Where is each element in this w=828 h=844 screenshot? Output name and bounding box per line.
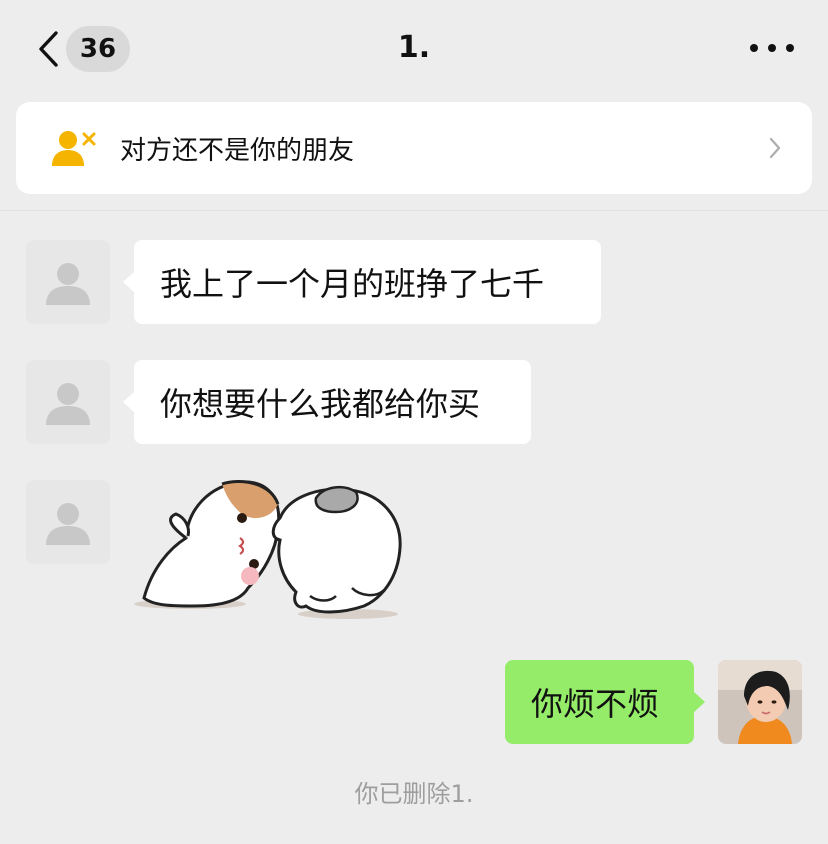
user-silhouette-icon xyxy=(46,263,90,305)
system-note: 你已删除1. xyxy=(354,780,474,808)
avatar[interactable] xyxy=(26,480,110,564)
avatar[interactable] xyxy=(26,360,110,444)
nav-bar: 36 1. xyxy=(0,0,828,100)
not-friend-notice[interactable]: 对方还不是你的朋友 xyxy=(16,102,812,194)
divider xyxy=(0,210,828,211)
avatar[interactable] xyxy=(26,240,110,324)
my-message-bubble[interactable]: 你烦不烦 xyxy=(505,660,705,744)
more-dots-icon xyxy=(786,44,794,52)
message-bubble[interactable]: 我上了一个月的班挣了七千 xyxy=(123,240,601,324)
notice-text: 对方还不是你的朋友 xyxy=(120,135,355,166)
user-remove-icon xyxy=(52,131,96,166)
chat-title: 1. xyxy=(397,30,431,65)
user-silhouette-icon xyxy=(46,503,90,545)
sticker-image[interactable] xyxy=(130,478,410,628)
chevron-right-icon xyxy=(769,137,781,159)
more-dots-icon xyxy=(768,44,776,52)
more-dots-icon xyxy=(750,44,758,52)
user-silhouette-icon xyxy=(46,383,90,425)
message-bubble[interactable]: 你想要什么我都给你买 xyxy=(123,360,531,444)
my-avatar[interactable] xyxy=(718,660,802,744)
more-button[interactable] xyxy=(750,30,794,66)
